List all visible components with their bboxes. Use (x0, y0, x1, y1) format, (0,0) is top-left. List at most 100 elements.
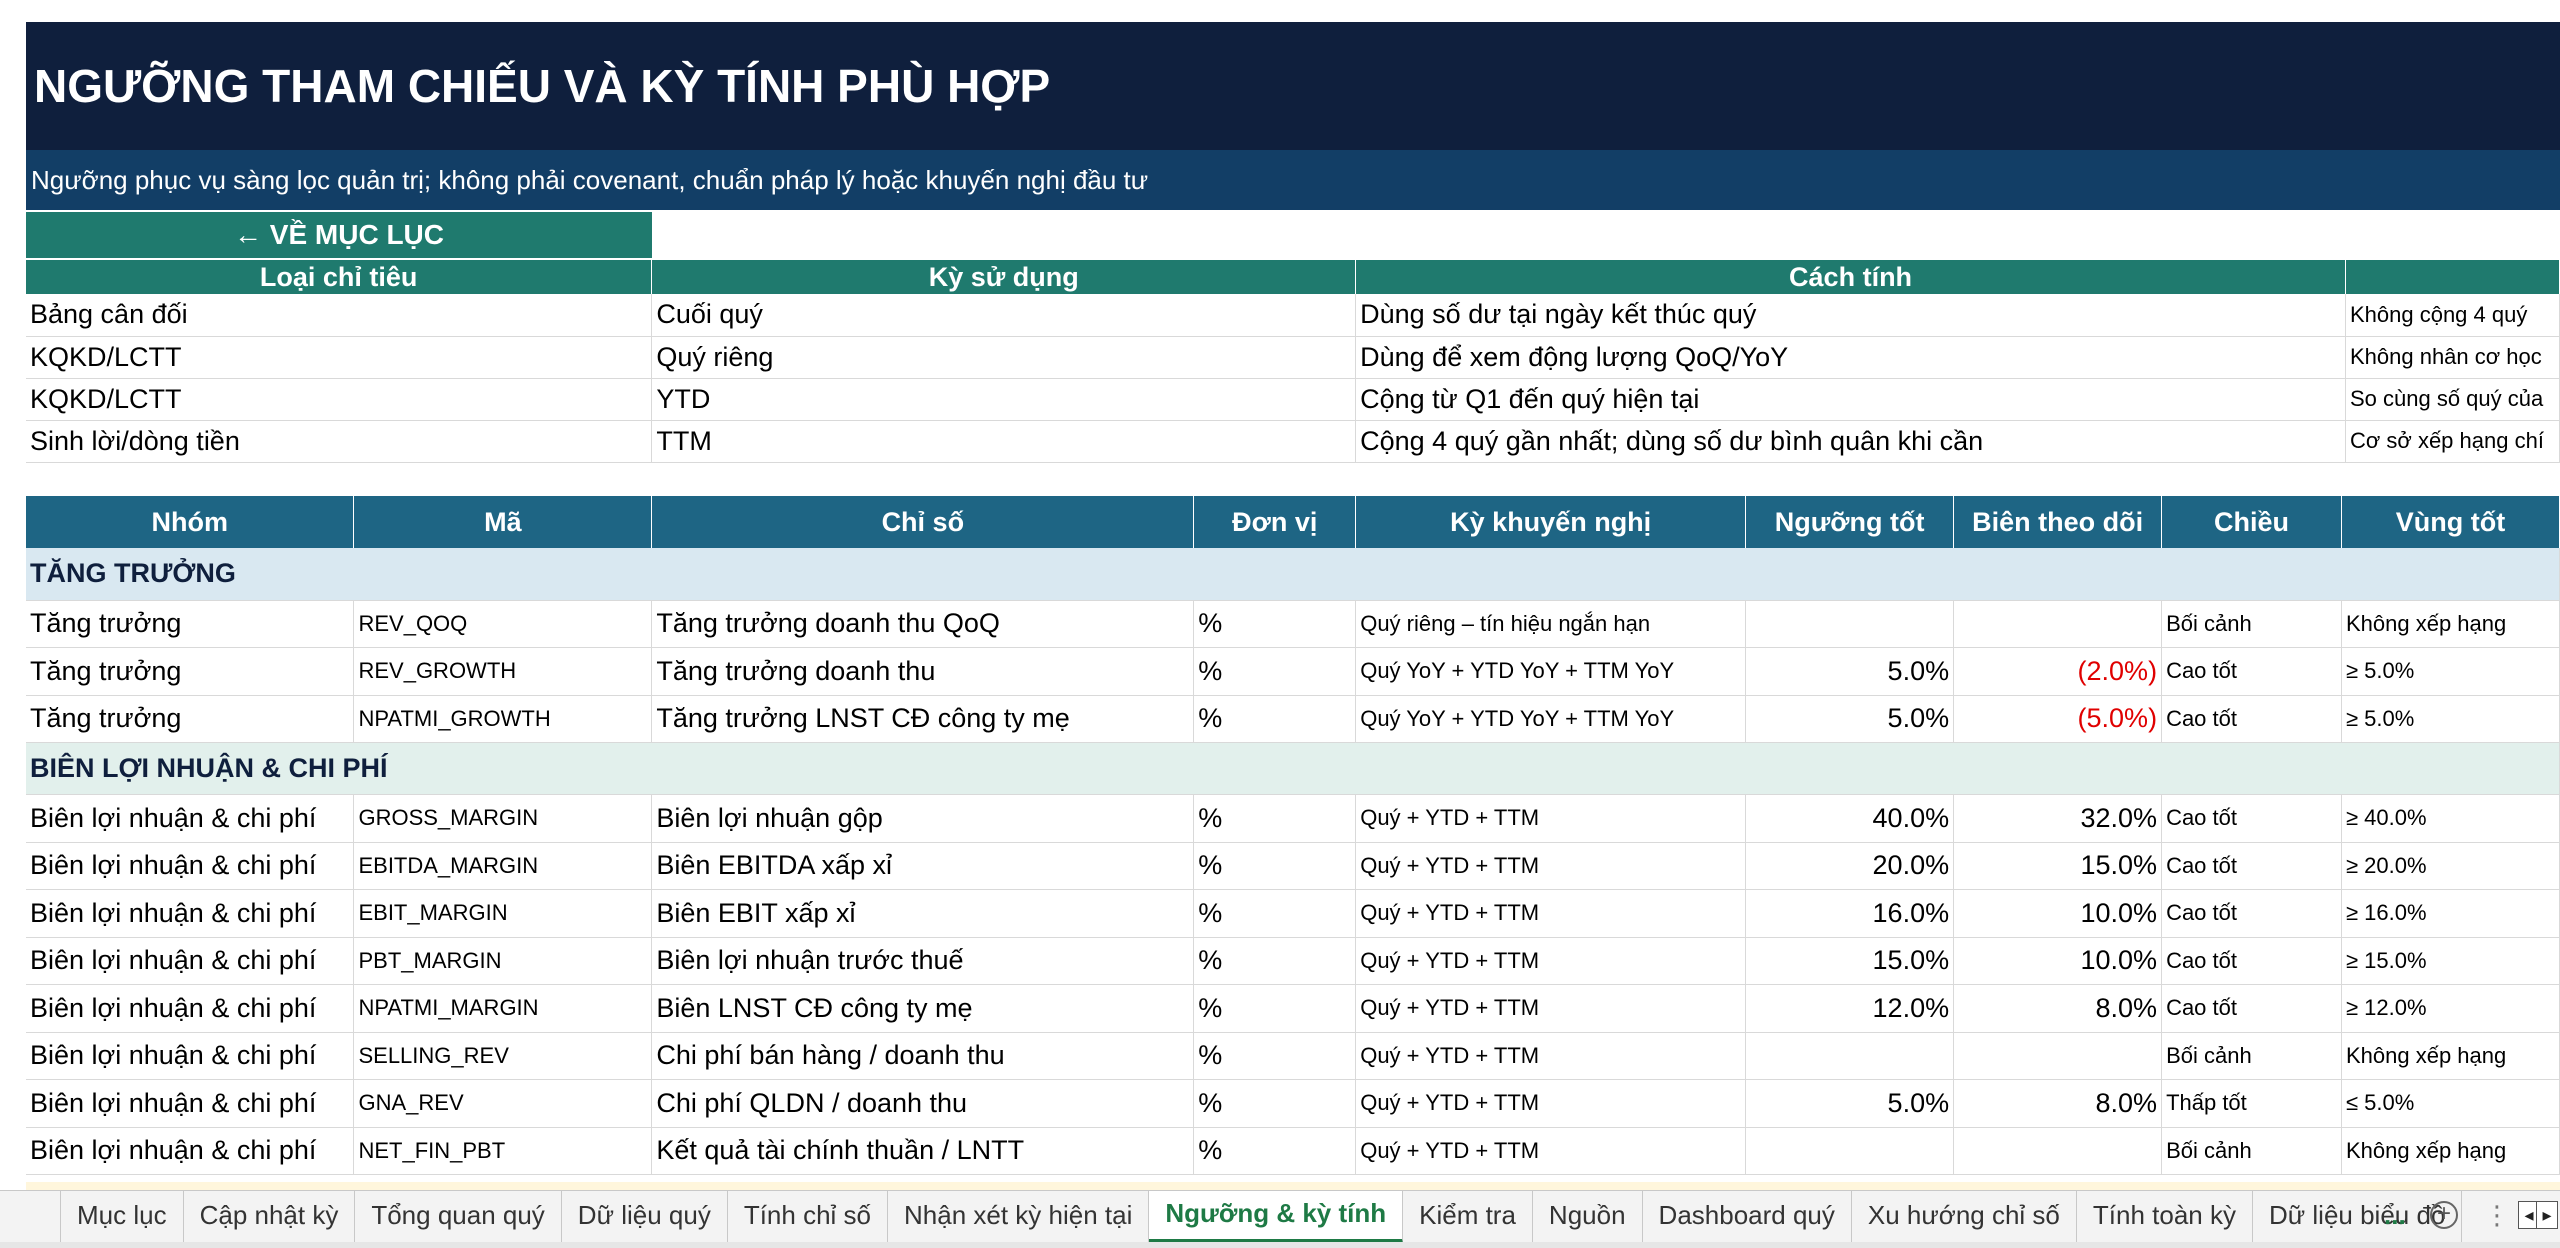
cell-code[interactable]: EBIT_MARGIN (353, 889, 653, 938)
cell-unit[interactable]: % (1193, 794, 1357, 843)
period-cell[interactable]: Cộng từ Q1 đến quý hiện tại (1355, 378, 2346, 421)
cell-code[interactable]: GNA_REV (353, 1079, 653, 1128)
period-header-cell[interactable] (2345, 260, 2560, 294)
cell-unit[interactable]: % (1193, 1032, 1357, 1080)
cell-code[interactable]: REV_GROWTH (353, 647, 653, 696)
cell-watch[interactable]: 10.0% (1953, 937, 2163, 985)
cell-group[interactable]: Biên lợi nhuận & chi phí (26, 937, 355, 985)
period-cell[interactable]: TTM (651, 420, 1357, 463)
cell-period[interactable]: Quý riêng – tín hiệu ngắn hạn (1355, 600, 1747, 648)
cell-group[interactable]: Tăng trưởng (26, 600, 355, 648)
cell-unit[interactable]: % (1193, 647, 1357, 696)
cell-good[interactable]: 40.0% (1745, 794, 1955, 843)
cell-code[interactable]: NET_FIN_PBT (353, 1127, 653, 1175)
cell-unit[interactable]: % (1193, 984, 1357, 1033)
sheet-tab[interactable]: Cập nhật kỳ (184, 1191, 356, 1243)
tab-options-icon[interactable]: ⋮ (2484, 1191, 2510, 1239)
add-sheet-icon[interactable]: + (2430, 1201, 2458, 1229)
sheet-subtitle[interactable]: Ngưỡng phục vụ sàng lọc quản trị; không … (26, 150, 2560, 210)
more-tabs-button[interactable]: ... (2384, 1191, 2406, 1239)
cell-unit[interactable]: % (1193, 937, 1357, 985)
sheet-tab[interactable]: Nguồn (1533, 1191, 1643, 1243)
cell-good[interactable]: 16.0% (1745, 889, 1955, 938)
cell-zone[interactable]: ≥ 5.0% (2341, 647, 2560, 696)
cell-zone[interactable]: ≥ 16.0% (2341, 889, 2560, 938)
cell-zone[interactable]: Không xếp hạng (2341, 1127, 2560, 1175)
sheet-title[interactable]: NGƯỠNG THAM CHIẾU VÀ KỲ TÍNH PHÙ HỢP (26, 22, 2560, 150)
cell-unit[interactable]: % (1193, 695, 1357, 743)
cell-unit[interactable]: % (1193, 889, 1357, 938)
cell-name[interactable]: Kết quả tài chính thuần / LNTT (651, 1127, 1195, 1175)
period-cell[interactable]: Không nhân cơ học (2345, 336, 2560, 379)
cell-code[interactable]: REV_QOQ (353, 600, 653, 648)
cell-good[interactable] (1745, 600, 1955, 648)
cell-unit[interactable]: % (1193, 1127, 1357, 1175)
cell-unit[interactable]: % (1193, 842, 1357, 890)
cell-name[interactable]: Tăng trưởng LNST CĐ công ty mẹ (651, 695, 1195, 743)
group-title[interactable]: BIÊN LỢI NHUẬN & CHI PHÍ (26, 742, 2560, 795)
cell-watch[interactable]: 8.0% (1953, 984, 2163, 1033)
sheet-tab[interactable]: Mục lục (60, 1191, 184, 1243)
cell-period[interactable]: Quý + YTD + TTM (1355, 1032, 1747, 1080)
cell-zone[interactable]: ≤ 5.0% (2341, 1079, 2560, 1128)
indicator-header-cell[interactable]: Kỳ khuyến nghị (1355, 496, 1747, 548)
cell-group[interactable]: Biên lợi nhuận & chi phí (26, 794, 355, 843)
cell-group[interactable]: Biên lợi nhuận & chi phí (26, 842, 355, 890)
cell-period[interactable]: Quý + YTD + TTM (1355, 1127, 1747, 1175)
scroll-tabs-right-icon[interactable]: ▸ (2536, 1201, 2558, 1229)
cell-direction[interactable]: Cao tốt (2161, 842, 2342, 890)
period-cell[interactable]: Cộng 4 quý gần nhất; dùng số dư bình quâ… (1355, 420, 2346, 463)
sheet-tab[interactable]: Tính toàn kỳ (2077, 1191, 2253, 1243)
indicator-header-cell[interactable]: Ngưỡng tốt (1745, 496, 1955, 548)
cell-direction[interactable]: Bối cảnh (2161, 600, 2342, 648)
period-cell[interactable]: Quý riêng (651, 336, 1357, 379)
cell-unit[interactable]: % (1193, 600, 1357, 648)
cell-good[interactable]: 5.0% (1745, 1079, 1955, 1128)
cell-good[interactable]: 5.0% (1745, 647, 1955, 696)
group-title[interactable]: TĂNG TRƯỞNG (26, 548, 2560, 601)
period-cell[interactable]: Dùng để xem động lượng QoQ/YoY (1355, 336, 2346, 379)
period-cell[interactable]: Dùng số dư tại ngày kết thúc quý (1355, 294, 2346, 337)
cell-group[interactable]: Biên lợi nhuận & chi phí (26, 984, 355, 1033)
cell-period[interactable]: Quý + YTD + TTM (1355, 794, 1747, 843)
cell-watch[interactable]: (5.0%) (1953, 695, 2163, 743)
indicator-header-cell[interactable]: Nhóm (26, 496, 355, 548)
period-header-cell[interactable]: Loại chỉ tiêu (26, 260, 653, 294)
cell-watch[interactable]: 32.0% (1953, 794, 2163, 843)
cell-unit[interactable]: % (1193, 1079, 1357, 1128)
cell-code[interactable]: SELLING_REV (353, 1032, 653, 1080)
cell-zone[interactable]: ≥ 15.0% (2341, 937, 2560, 985)
cell-zone[interactable]: Không xếp hạng (2341, 600, 2560, 648)
cell-period[interactable]: Quý + YTD + TTM (1355, 937, 1747, 985)
period-cell[interactable]: YTD (651, 378, 1357, 421)
sheet-tab[interactable]: Kiểm tra (1403, 1191, 1533, 1243)
cell-watch[interactable]: 10.0% (1953, 889, 2163, 938)
cell-zone[interactable]: ≥ 12.0% (2341, 984, 2560, 1033)
sheet-tab[interactable]: Tổng quan quý (355, 1191, 562, 1243)
cell-good[interactable] (1745, 1032, 1955, 1080)
indicator-header-cell[interactable]: Đơn vị (1193, 496, 1357, 548)
indicator-header-cell[interactable]: Chỉ số (651, 496, 1195, 548)
cell-good[interactable] (1745, 1127, 1955, 1175)
period-cell[interactable]: Sinh lời/dòng tiền (26, 420, 653, 463)
cell-period[interactable]: Quý + YTD + TTM (1355, 889, 1747, 938)
cell-code[interactable]: EBITDA_MARGIN (353, 842, 653, 890)
cell-group[interactable]: Biên lợi nhuận & chi phí (26, 1032, 355, 1080)
cell-code[interactable]: PBT_MARGIN (353, 937, 653, 985)
indicator-header-cell[interactable]: Chiều (2161, 496, 2342, 548)
cell-period[interactable]: Quý + YTD + TTM (1355, 1079, 1747, 1128)
cell-name[interactable]: Chi phí QLDN / doanh thu (651, 1079, 1195, 1128)
cell-good[interactable]: 20.0% (1745, 842, 1955, 890)
cell-zone[interactable]: ≥ 5.0% (2341, 695, 2560, 743)
period-cell[interactable]: Bảng cân đối (26, 294, 653, 337)
cell-name[interactable]: Biên lợi nhuận gộp (651, 794, 1195, 843)
cell-name[interactable]: Chi phí bán hàng / doanh thu (651, 1032, 1195, 1080)
period-cell[interactable]: Không cộng 4 quý (2345, 294, 2560, 337)
cell-zone[interactable]: ≥ 40.0% (2341, 794, 2560, 843)
cell-watch[interactable]: 8.0% (1953, 1079, 2163, 1128)
cell-code[interactable]: NPATMI_MARGIN (353, 984, 653, 1033)
indicator-header-cell[interactable]: Vùng tốt (2341, 496, 2560, 548)
cell-code[interactable]: NPATMI_GROWTH (353, 695, 653, 743)
period-header-cell[interactable]: Cách tính (1355, 260, 2346, 294)
cell-direction[interactable]: Bối cảnh (2161, 1032, 2342, 1080)
